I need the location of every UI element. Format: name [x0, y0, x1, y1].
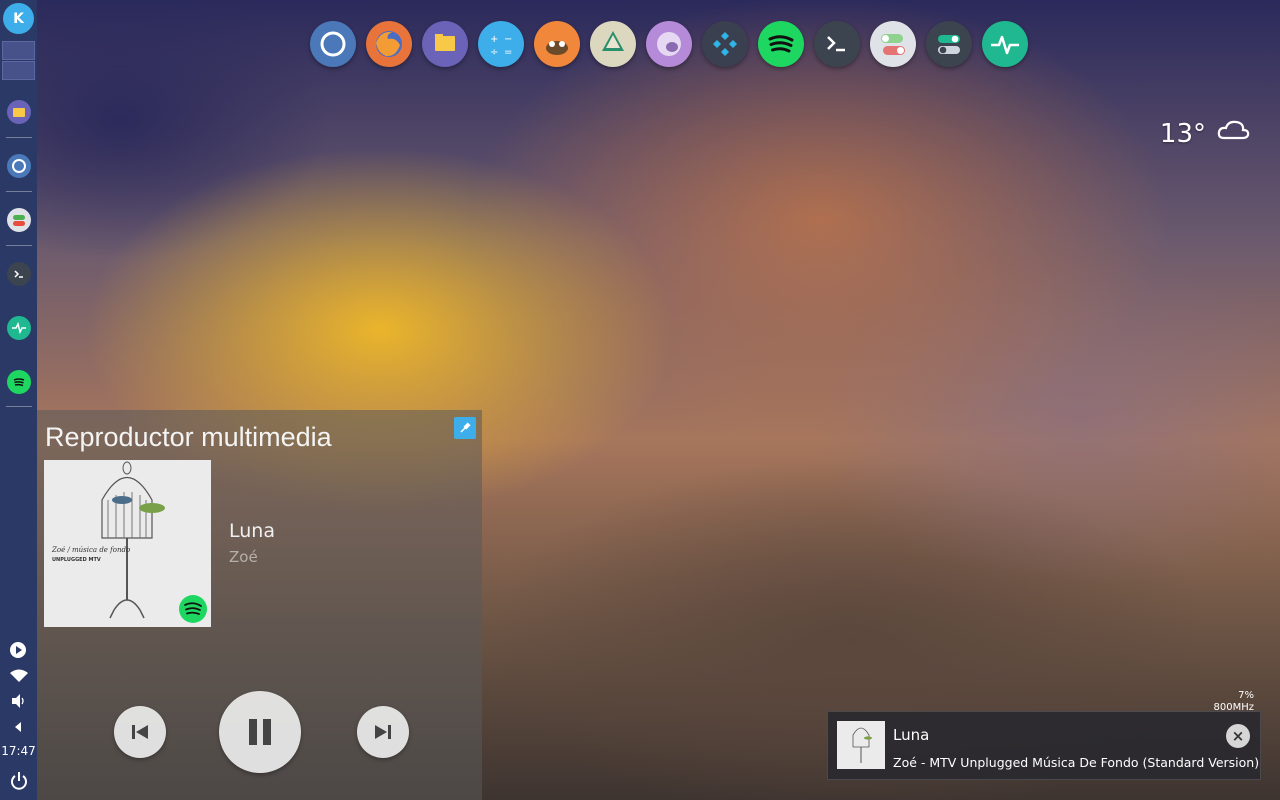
taskbar-toggle-icon[interactable] [7, 208, 31, 232]
svg-text:−: − [504, 34, 512, 45]
clock[interactable]: 17:47 [0, 744, 37, 758]
album-art-text: Zoé / música de fondo [52, 546, 131, 554]
media-player-popup: Reproductor multimedia Zoé / música de f… [37, 410, 482, 800]
paint-icon[interactable] [646, 21, 692, 67]
popup-title: Reproductor multimedia [45, 422, 332, 452]
kodi-icon[interactable] [702, 21, 748, 67]
previous-button[interactable] [114, 706, 166, 758]
gimp-icon[interactable] [534, 21, 580, 67]
notification-title: Luna [893, 726, 930, 744]
track-artist: Zoé [229, 548, 258, 566]
svg-text:=: = [504, 47, 512, 58]
left-panel: K 17:47 [0, 0, 37, 800]
pause-button[interactable] [219, 691, 301, 773]
terminal-icon[interactable] [814, 21, 860, 67]
taskbar-chromium-icon[interactable] [7, 154, 31, 178]
inkscape-icon[interactable] [590, 21, 636, 67]
cpu-percent: 7% [1238, 690, 1254, 701]
files-icon[interactable] [422, 21, 468, 67]
spotify-icon[interactable] [758, 21, 804, 67]
calculator-icon[interactable]: + − ÷ = [478, 21, 524, 67]
virtual-desktop-1[interactable] [2, 41, 35, 60]
skip-forward-icon [375, 725, 391, 739]
track-title: Luna [229, 520, 275, 542]
taskbar-separator [6, 191, 32, 192]
network-icon[interactable] [9, 667, 29, 685]
virtual-desktop-2[interactable] [2, 61, 35, 80]
next-button[interactable] [357, 706, 409, 758]
taskbar-files-icon[interactable] [7, 100, 31, 124]
firefox-icon[interactable] [366, 21, 412, 67]
notification-album-thumbnail [837, 721, 885, 769]
taskbar-terminal-icon[interactable] [7, 262, 31, 286]
close-icon[interactable]: × [1226, 724, 1250, 748]
pin-icon[interactable] [454, 417, 476, 439]
taskbar-separator [6, 245, 32, 246]
album-art-subtext: UNPLUGGED MTV [52, 557, 101, 563]
toggle-settings-icon[interactable] [870, 21, 916, 67]
media-player-tray-icon[interactable] [9, 641, 29, 659]
notification-popup[interactable]: Luna Zoé - MTV Unplugged Música De Fondo… [827, 711, 1261, 780]
chromium-icon[interactable] [310, 21, 356, 67]
power-icon[interactable] [9, 770, 29, 792]
album-art: Zoé / música de fondo UNPLUGGED MTV [44, 460, 211, 627]
temperature: 13° [1159, 118, 1206, 149]
system-monitor-icon[interactable] [982, 21, 1028, 67]
expand-tray-icon[interactable] [9, 718, 29, 736]
taskbar-spotify-icon[interactable] [7, 370, 31, 394]
taskbar-system-monitor-icon[interactable] [7, 316, 31, 340]
svg-text:÷: ÷ [490, 47, 498, 58]
cloud-icon [1216, 118, 1250, 149]
svg-text:+: + [490, 34, 498, 45]
taskbar-separator [6, 406, 32, 407]
weather-widget[interactable]: 13° [1160, 118, 1250, 149]
skip-back-icon [132, 725, 148, 739]
notification-body: Zoé - MTV Unplugged Música De Fondo (Sta… [893, 755, 1260, 770]
system-settings-icon[interactable] [926, 21, 972, 67]
application-launcher-icon[interactable]: K [3, 3, 34, 34]
volume-icon[interactable] [9, 692, 29, 710]
pause-icon [249, 719, 271, 745]
taskbar-separator [6, 137, 32, 138]
